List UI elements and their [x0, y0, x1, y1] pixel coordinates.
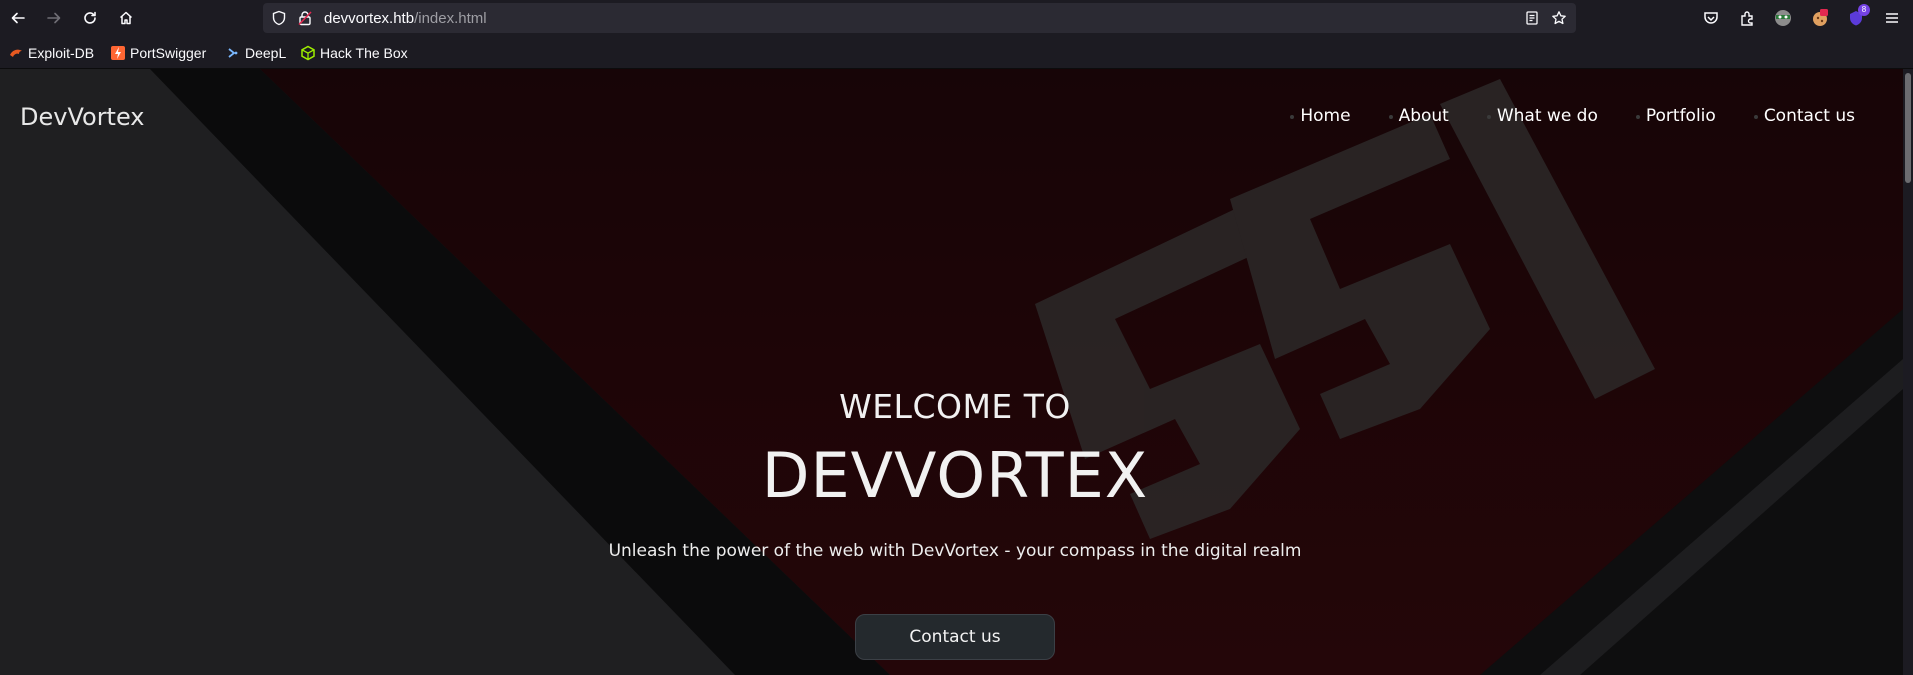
pocket-icon	[1704, 12, 1718, 24]
pocket-button[interactable]	[1701, 8, 1721, 28]
mask-extension-icon	[1775, 10, 1791, 26]
bookmark-portswigger[interactable]: PortSwigger	[110, 44, 206, 62]
hero-subtitle: WELCOME TO	[839, 387, 1071, 426]
extension-cookie-button[interactable]	[1810, 8, 1830, 28]
hero-tagline: Unleash the power of the web with DevVor…	[608, 541, 1302, 561]
forward-button[interactable]	[42, 6, 66, 30]
url-text[interactable]: devvortex.htb/index.html	[324, 10, 487, 27]
cookie-extension-icon	[1813, 9, 1828, 26]
app-menu-button[interactable]	[1882, 8, 1902, 28]
arrow-right-icon	[47, 12, 61, 24]
deepl-icon	[228, 48, 238, 58]
hackthebox-icon	[301, 45, 315, 61]
bookmark-deepl[interactable]: DeepL	[225, 44, 286, 62]
extensions-button[interactable]	[1737, 8, 1757, 28]
home-button[interactable]	[114, 6, 138, 30]
puzzle-icon	[1741, 11, 1753, 26]
bookmark-label: DeepL	[245, 45, 287, 61]
hamburger-menu-icon	[1886, 13, 1898, 23]
reload-icon	[84, 11, 96, 24]
bookmark-label: Exploit-DB	[28, 45, 95, 61]
page-scrollbar[interactable]	[1903, 69, 1913, 675]
arrow-left-icon	[11, 12, 25, 24]
hero-title: DEVVORTEX	[761, 439, 1149, 512]
bookmark-label: PortSwigger	[130, 45, 207, 61]
page-viewport: DevVortex Home About What we do Portfoli…	[0, 69, 1903, 675]
scrollbar-thumb[interactable]	[1905, 73, 1911, 183]
browser-toolbar: devvortex.htb/index.html 8	[0, 0, 1913, 37]
portswigger-icon	[111, 46, 125, 60]
shield-icon[interactable]	[271, 10, 287, 26]
reload-button[interactable]	[78, 6, 102, 30]
extension-badge-button[interactable]: 8	[1846, 4, 1870, 28]
bookmark-label: Hack The Box	[320, 45, 408, 61]
bookmark-exploit-db[interactable]: Exploit-DB	[8, 44, 94, 62]
exploitdb-icon	[10, 49, 22, 57]
extension-mask-button[interactable]	[1773, 8, 1793, 28]
hero-section: WELCOME TO DEVVORTEX Unleash the power o…	[0, 69, 1903, 675]
insecure-lock-icon[interactable]	[297, 10, 313, 26]
url-bar[interactable]: devvortex.htb/index.html	[263, 3, 1576, 33]
home-icon	[119, 11, 133, 25]
bookmarks-bar: Exploit-DB PortSwigger DeepL Hack The Bo…	[0, 37, 1913, 69]
url-host: devvortex.htb	[324, 10, 415, 27]
back-button[interactable]	[6, 6, 30, 30]
extension-badge-count: 8	[1858, 4, 1870, 16]
url-path: /index.html	[414, 10, 487, 27]
bookmark-hack-the-box[interactable]: Hack The Box	[300, 44, 408, 62]
reader-view-icon[interactable]	[1524, 10, 1540, 26]
contact-us-button[interactable]: Contact us	[855, 614, 1055, 660]
bookmark-star-icon[interactable]	[1551, 10, 1567, 26]
